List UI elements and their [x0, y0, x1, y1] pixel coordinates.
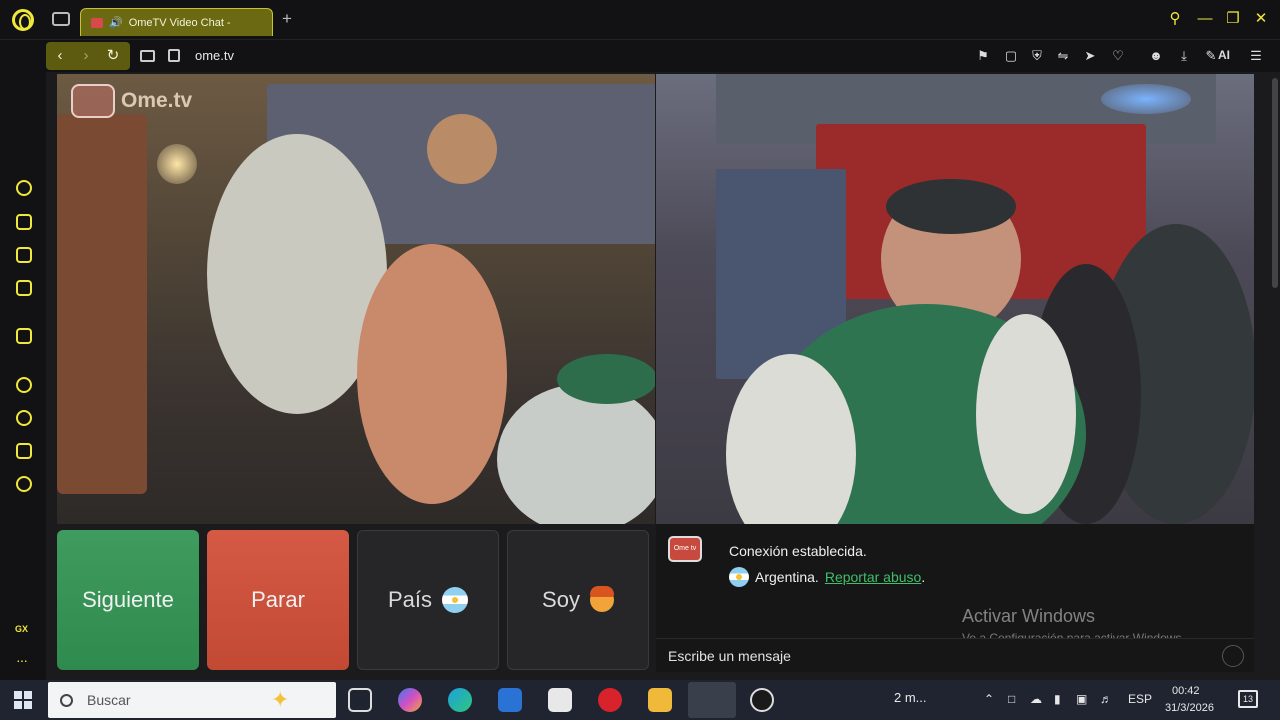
next-button-label: Siguiente — [82, 587, 174, 612]
bot-icon[interactable] — [16, 214, 32, 230]
address-bar[interactable]: ome.tv — [195, 48, 234, 63]
messenger-icon[interactable] — [16, 280, 32, 296]
taskbar-search[interactable]: ✦ — [48, 682, 336, 718]
opera-icon[interactable] — [598, 688, 622, 712]
download-icon[interactable]: ⤓ — [1176, 48, 1192, 64]
gender-button-label: Soy — [542, 587, 580, 612]
partner-country-name: Argentina. — [755, 569, 819, 585]
browser-tab-bar: 🔊 OmeTV Video Chat - + ⚲ — ❐ ✕ — [0, 0, 1280, 40]
adblock-shield-icon[interactable]: ⛨ — [1029, 48, 1045, 64]
sidebar-more-icon[interactable]: ··· — [16, 652, 28, 668]
close-button[interactable]: ✕ — [1252, 10, 1270, 28]
country-select-button[interactable]: País — [357, 530, 499, 670]
edge-icon[interactable] — [448, 688, 472, 712]
new-tab-button[interactable]: + — [278, 10, 296, 28]
minimize-button[interactable]: — — [1196, 10, 1214, 28]
ometv-page: Ome.tv Siguiente Parar País Soy Ome tv C… — [46, 72, 1280, 680]
network-icon[interactable]: ▣ — [1076, 692, 1087, 706]
argentina-flag-icon — [729, 567, 749, 587]
local-video — [656, 74, 1254, 524]
menu-icon[interactable]: ☰ — [1248, 48, 1264, 64]
ometv-logo-icon — [71, 84, 115, 118]
connection-status: Conexión establecida. — [729, 543, 867, 559]
extensions-icon[interactable] — [16, 443, 32, 459]
usb-icon[interactable]: ▮ — [1054, 692, 1061, 706]
search-highlight-icon[interactable]: ✦ — [271, 687, 289, 713]
opera-gx-active-app-icon[interactable] — [688, 682, 736, 718]
ometv-chat-logo-icon: Ome tv — [668, 536, 702, 562]
tab-ometv[interactable]: 🔊 OmeTV Video Chat - — [80, 8, 273, 36]
clock-time[interactable]: 00:42 — [1172, 685, 1200, 697]
copilot-icon[interactable] — [398, 688, 422, 712]
reload-button[interactable]: ↻ — [103, 46, 123, 66]
argentina-flag-icon — [442, 587, 469, 613]
store-icon[interactable] — [548, 688, 572, 712]
search-icon[interactable]: ⚲ — [1166, 10, 1184, 28]
heart-icon[interactable]: ♡ — [1110, 48, 1126, 64]
gx-corner-icon[interactable] — [16, 247, 32, 263]
browser-toolbar: ‹ › ↻ ome.tv ⚑ ▢ ⛨ ⇋ ➤ ♡ ☻ ⤓ ✎ AI ☰ — [0, 40, 1280, 72]
taskbar-search-input[interactable] — [87, 692, 257, 708]
tab-title: OmeTV Video Chat - — [128, 16, 231, 29]
notifications-icon[interactable]: 13 — [1238, 690, 1258, 708]
settings-gear-icon[interactable] — [16, 476, 32, 492]
snapshot-icon[interactable]: ▢ — [1003, 48, 1019, 64]
windows-start-icon[interactable] — [14, 691, 32, 709]
clock-date[interactable]: 31/3/2026 — [1165, 702, 1214, 714]
account-icon[interactable]: ☻ — [1148, 48, 1164, 64]
report-abuse-link[interactable]: Reportar abuso — [825, 569, 922, 585]
twitch-icon[interactable] — [16, 328, 32, 344]
workspaces-icon[interactable] — [52, 12, 70, 26]
volume-icon[interactable]: ♬ — [1100, 692, 1112, 706]
navigation-controls: ‹ › ↻ — [46, 42, 130, 70]
speaker-icon[interactable]: 🔊 — [109, 16, 123, 29]
stop-button[interactable]: Parar — [207, 530, 349, 670]
report-suffix: . — [921, 569, 926, 585]
history-icon[interactable] — [16, 410, 32, 426]
onedrive-icon[interactable]: ☁ — [1030, 692, 1042, 706]
speed-dial-icon[interactable] — [16, 180, 32, 196]
stop-button-label: Parar — [251, 587, 305, 612]
task-view-icon[interactable] — [348, 688, 372, 712]
ai-label[interactable]: AI — [1218, 48, 1230, 62]
weather-widget[interactable]: 2 m... — [894, 690, 927, 705]
maximize-button[interactable]: ❐ — [1224, 10, 1242, 28]
ometv-favicon-icon — [91, 17, 103, 28]
partner-country: Argentina. Reportar abuso. — [729, 567, 925, 587]
lock-icon[interactable] — [168, 49, 180, 62]
activate-windows-title: Activar Windows — [962, 606, 1096, 626]
file-explorer-icon[interactable] — [648, 688, 672, 712]
search-icon — [60, 693, 73, 707]
input-language[interactable]: ESP — [1128, 692, 1152, 706]
forward-button[interactable]: › — [76, 46, 96, 66]
gx-label: GX — [15, 624, 29, 634]
ai-tag-icon[interactable]: ✎ — [1203, 48, 1219, 64]
remote-video: Ome.tv — [57, 74, 655, 524]
country-button-label: País — [387, 587, 433, 612]
emoji-button-icon[interactable] — [1222, 645, 1244, 667]
mail-icon[interactable] — [498, 688, 522, 712]
chat-message-input[interactable] — [656, 638, 1254, 672]
obs-icon[interactable] — [750, 688, 774, 712]
ometv-watermark-text: Ome.tv — [121, 89, 193, 112]
send-icon[interactable]: ➤ — [1082, 48, 1098, 64]
camera-permission-icon[interactable] — [140, 50, 155, 62]
chat-panel: Ome tv Conexión establecida. Argentina. … — [656, 524, 1254, 672]
browser-sidebar: GX ··· — [0, 72, 46, 680]
person-emoji-icon — [589, 586, 614, 612]
ometv-watermark-logo: Ome.tv — [71, 84, 192, 118]
pin-icon[interactable]: ⚑ — [975, 48, 991, 64]
windows-taskbar: ✦ 2 m... ⌃ □ ☁ ▮ ▣ ♬ ESP 00:42 31/3/2026… — [0, 680, 1280, 720]
translate-icon[interactable]: ⇋ — [1055, 48, 1071, 64]
back-button[interactable]: ‹ — [50, 46, 70, 66]
page-scrollbar[interactable] — [1272, 78, 1278, 288]
device-icon[interactable]: □ — [1008, 692, 1015, 706]
opera-gx-logo-icon[interactable] — [12, 9, 34, 31]
show-hidden-icons-icon[interactable]: ⌃ — [984, 692, 994, 706]
next-button[interactable]: Siguiente — [57, 530, 199, 670]
gender-select-button[interactable]: Soy — [507, 530, 649, 670]
player-icon[interactable] — [16, 377, 32, 393]
